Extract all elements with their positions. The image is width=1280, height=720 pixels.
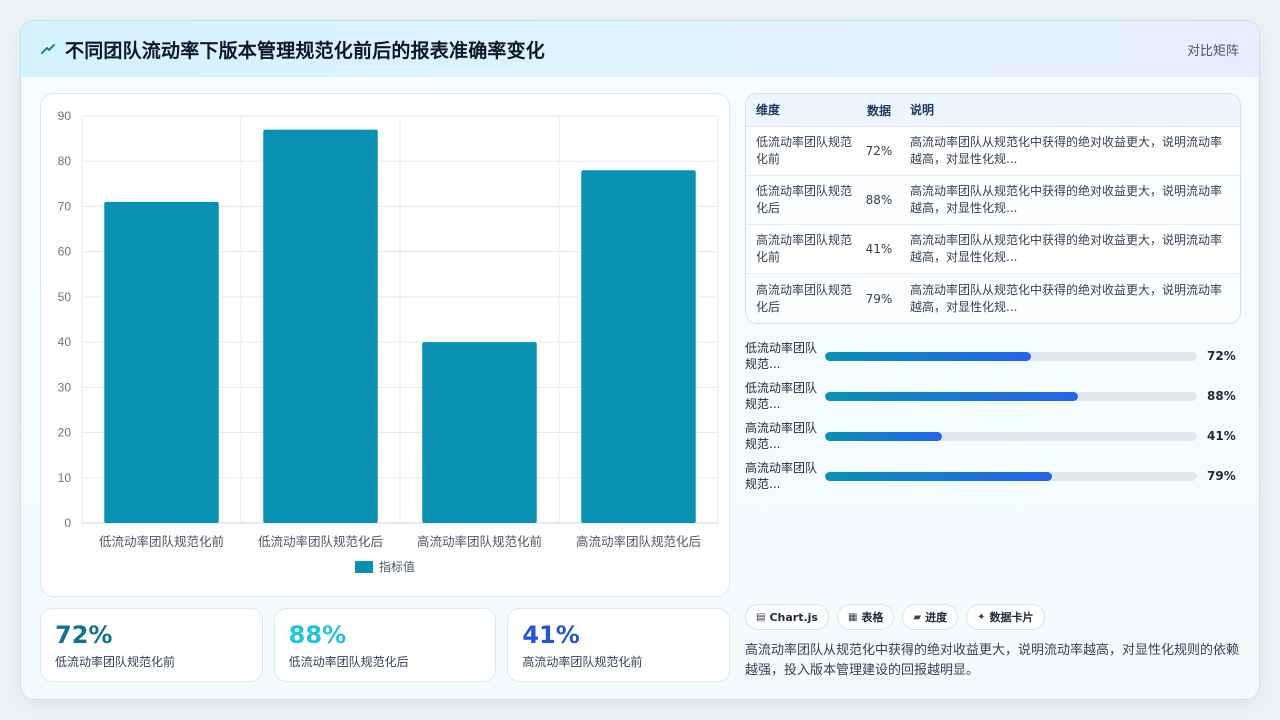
progress-label: 低流动率团队规范... bbox=[745, 341, 818, 371]
chip-table[interactable]: ▦ 表格 bbox=[836, 604, 895, 630]
chart-icon: ▤ bbox=[756, 611, 766, 623]
chip-data-card[interactable]: ✦ 数据卡片 bbox=[966, 604, 1045, 630]
progress-value: 88% bbox=[1207, 389, 1236, 403]
stat-card: 41% 高流动率团队规范化前 bbox=[507, 608, 731, 682]
table-header-description: 说明 bbox=[910, 102, 935, 117]
chip-label: 数据卡片 bbox=[989, 611, 1034, 624]
progress-track bbox=[825, 431, 1197, 441]
table-cell-description: 高流动率团队从规范化中获得的绝对收益更大，说明流动率越高，对显性化规... bbox=[910, 184, 1223, 215]
progress-icon: ▰ bbox=[913, 611, 922, 623]
table-cell-dimension: 低流动率团队规范化前 bbox=[756, 135, 853, 166]
bar bbox=[263, 129, 378, 524]
y-tick-label: 0 bbox=[64, 516, 71, 530]
table-cell-description: 高流动率团队从规范化中获得的绝对收益更大，说明流动率越高，对显性化规... bbox=[910, 282, 1223, 314]
table-cell-value: 41% bbox=[865, 242, 893, 256]
bar bbox=[422, 342, 537, 523]
table-row: 高流动率团队规范化后 79% 高流动率团队从规范化中获得的绝对收益更大，说明流动… bbox=[746, 274, 1240, 323]
progress-label: 低流动率团队规范... bbox=[745, 381, 818, 411]
table-icon: ▦ bbox=[847, 611, 858, 623]
x-tick-label: 低流动率团队规范化后 bbox=[258, 534, 383, 549]
table-cell-value: 88% bbox=[865, 193, 893, 207]
data-table: 维度 数据 说明 低流动率团队规范化前 72% 高流动率团队从规范化中获得的绝对… bbox=[745, 93, 1241, 324]
table-row: 高流动率团队规范化前 41% 高流动率团队从规范化中获得的绝对收益更大，说明流动… bbox=[746, 225, 1240, 274]
table-row: 低流动率团队规范化前 72% 高流动率团队从规范化中获得的绝对收益更大，说明流动… bbox=[746, 127, 1240, 176]
x-tick-label: 高流动率团队规范化后 bbox=[576, 534, 701, 549]
bar-chart-panel: 0 10 20 30 40 50 60 70 80 90 低流动率团队规范化前 低流动率团队规范化后 高… bbox=[40, 93, 730, 597]
sparkle-icon: ✦ bbox=[977, 611, 986, 623]
stat-card: 72% 低流动率团队规范化前 bbox=[40, 608, 263, 682]
stat-cards: 72% 低流动率团队规范化前 88% 低流动率团队规范化后 41% 高流动率团队… bbox=[40, 608, 731, 682]
stat-label: 低流动率团队规范化前 bbox=[55, 655, 176, 669]
stat-label: 低流动率团队规范化后 bbox=[288, 655, 409, 669]
progress-fill bbox=[825, 431, 943, 441]
y-tick-label: 30 bbox=[58, 380, 72, 394]
chip-progress[interactable]: ▰ 进度 bbox=[902, 604, 959, 630]
progress-fill bbox=[825, 351, 1032, 361]
table-cell-value: 72% bbox=[865, 144, 893, 158]
stat-value: 88% bbox=[288, 621, 347, 649]
progress-row: 高流动率团队规范... 41% bbox=[745, 416, 1241, 456]
progress-track bbox=[825, 391, 1197, 401]
page-title: 不同团队流动率下版本管理规范化前后的报表准确率变化 bbox=[65, 39, 546, 62]
progress-row: 低流动率团队规范... 72% bbox=[745, 336, 1241, 376]
progress-fill bbox=[825, 391, 1078, 401]
y-tick-label: 10 bbox=[58, 471, 72, 485]
progress-row: 高流动率团队规范... 79% bbox=[745, 456, 1241, 496]
y-tick-label: 50 bbox=[58, 290, 72, 304]
progress-label: 高流动率团队规范... bbox=[745, 461, 818, 491]
stat-card: 88% 低流动率团队规范化后 bbox=[273, 608, 497, 682]
table-cell-description: 高流动率团队从规范化中获得的绝对收益更大，说明流动率越高，对显性化规... bbox=[910, 135, 1223, 166]
progress-label: 高流动率团队规范... bbox=[745, 421, 818, 451]
table-header-data: 数据 bbox=[866, 103, 891, 118]
table-header-row: 维度 数据 说明 bbox=[746, 94, 1240, 127]
bar-chart: 0 10 20 30 40 50 60 70 80 90 低流动率团队规范化前 低流动率团队规范化后 高… bbox=[58, 109, 719, 574]
summary-text: 高流动率团队从规范化中获得的绝对收益更大，说明流动率越高，对显性化规则的依赖越强… bbox=[745, 643, 1240, 678]
legend-label: 指标值 bbox=[379, 559, 415, 574]
progress-track bbox=[825, 471, 1197, 481]
stat-value: 72% bbox=[55, 621, 113, 649]
progress-value: 79% bbox=[1207, 469, 1236, 483]
y-tick-label: 90 bbox=[58, 109, 72, 123]
x-tick-label: 高流动率团队规范化前 bbox=[417, 534, 542, 549]
legend-swatch bbox=[355, 561, 373, 573]
table-row: 低流动率团队规范化后 88% 高流动率团队从规范化中获得的绝对收益更大，说明流动… bbox=[746, 176, 1240, 225]
table-cell-dimension: 高流动率团队规范化后 bbox=[756, 282, 853, 314]
progress-track bbox=[825, 351, 1197, 361]
chip-label: 表格 bbox=[861, 611, 884, 624]
table-cell-description: 高流动率团队从规范化中获得的绝对收益更大，说明流动率越高，对显性化规... bbox=[910, 233, 1223, 264]
tech-chips: ▤ Chart.js ▦ 表格 ▰ 进度 ✦ 数据卡片 bbox=[745, 604, 1045, 630]
chip-chartjs[interactable]: ▤ Chart.js bbox=[745, 604, 829, 630]
stat-value: 41% bbox=[522, 621, 580, 649]
stat-label: 高流动率团队规范化前 bbox=[522, 655, 643, 669]
table-cell-dimension: 高流动率团队规范化前 bbox=[756, 233, 853, 264]
progress-list: 低流动率团队规范... 72% 低流动率团队规范... 88% 高流动率团队规范… bbox=[745, 336, 1241, 496]
chip-label: 进度 bbox=[925, 611, 948, 624]
bar bbox=[104, 201, 219, 523]
report-card: 不同团队流动率下版本管理规范化前后的报表准确率变化 对比矩阵 0 10 20 30 40… bbox=[20, 20, 1260, 700]
y-tick-label: 40 bbox=[58, 335, 72, 349]
header-tag: 对比矩阵 bbox=[1186, 43, 1239, 59]
progress-value: 41% bbox=[1207, 429, 1236, 443]
table-cell-dimension: 低流动率团队规范化后 bbox=[756, 184, 853, 215]
y-tick-label: 80 bbox=[58, 154, 72, 168]
progress-value: 72% bbox=[1207, 349, 1236, 363]
y-tick-label: 70 bbox=[58, 199, 72, 213]
progress-fill bbox=[825, 471, 1052, 481]
bar bbox=[581, 170, 696, 523]
chip-label: Chart.js bbox=[769, 610, 818, 624]
progress-row: 低流动率团队规范... 88% bbox=[745, 376, 1241, 416]
x-tick-label: 低流动率团队规范化前 bbox=[99, 534, 224, 549]
y-tick-label: 60 bbox=[58, 245, 72, 259]
header-bar: 不同团队流动率下版本管理规范化前后的报表准确率变化 对比矩阵 bbox=[21, 21, 1259, 77]
table-cell-value: 79% bbox=[865, 291, 893, 306]
table-header-dimension: 维度 bbox=[756, 102, 781, 117]
trend-icon bbox=[41, 41, 57, 57]
y-tick-label: 20 bbox=[58, 426, 72, 440]
